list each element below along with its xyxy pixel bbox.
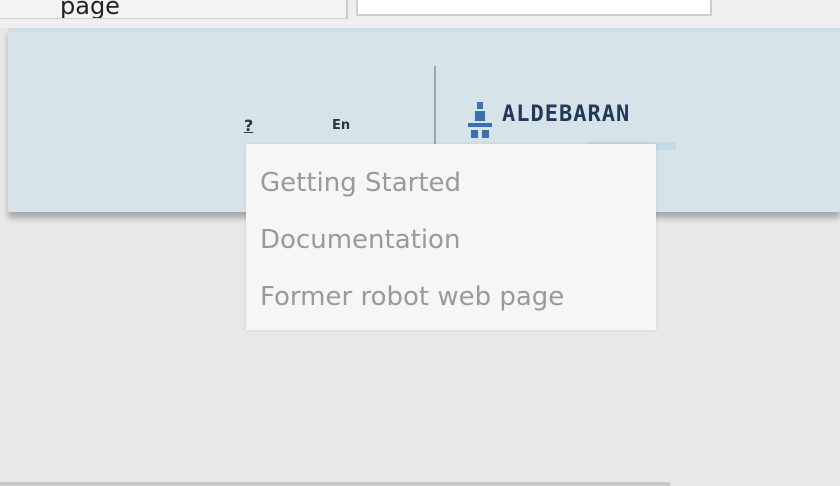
address-field[interactable] xyxy=(356,0,712,16)
robot-icon xyxy=(468,102,492,138)
language-selector[interactable]: En xyxy=(332,118,350,133)
help-menu-toggle[interactable]: ? xyxy=(244,116,253,135)
logo-text: ALDEBARAN xyxy=(502,102,631,127)
previous-tab-label: page xyxy=(60,0,120,19)
bottom-divider xyxy=(0,482,670,486)
menu-item-former-robot-web-page[interactable]: Former robot web page xyxy=(260,284,564,310)
menu-item-documentation[interactable]: Documentation xyxy=(260,227,460,253)
menu-item-getting-started[interactable]: Getting Started xyxy=(260,170,461,196)
previous-tab-fragment[interactable]: page xyxy=(0,0,348,19)
app-viewport: page ? En ALDEBARAN Getting Started Docu… xyxy=(0,0,840,486)
help-dropdown-menu: Getting Started Documentation Former rob… xyxy=(246,144,656,330)
top-strip: page xyxy=(0,0,840,28)
